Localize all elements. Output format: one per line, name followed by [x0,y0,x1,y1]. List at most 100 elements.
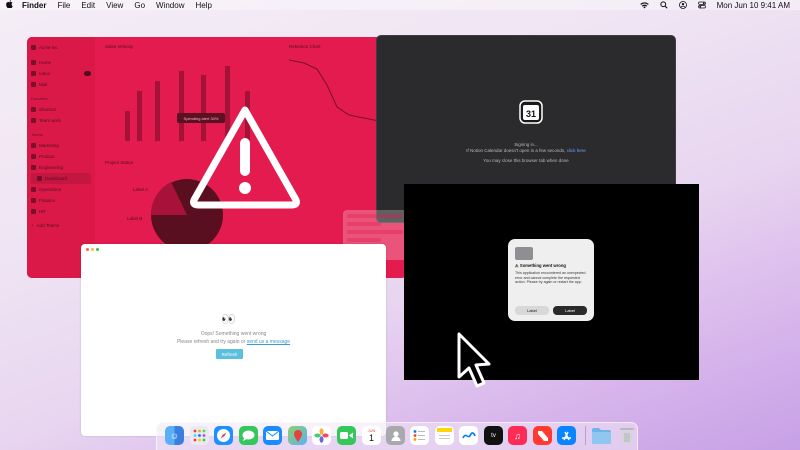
alert-primary-button[interactable]: Label [553,306,587,315]
photos-dock-icon[interactable] [312,426,331,445]
mail-icon [31,82,36,87]
pie-label: Label A [133,187,149,192]
chart-bar [155,81,160,141]
open-hint-prefix: If Notion Calendar doesn't open in a few… [466,148,566,153]
music-dock-icon[interactable]: ♫ [508,426,527,445]
sidebar-label: Engineering [39,165,64,170]
sidebar-team-selected[interactable]: Dashboard [31,173,91,184]
sidebar-team[interactable]: Finance [31,195,91,206]
line-chart [289,59,389,124]
warning-icon [190,106,300,209]
finder-dock-icon[interactable]: ☺ [165,426,184,445]
safari-dock-icon[interactable] [214,426,233,445]
dashboard-icon [37,176,42,181]
team-work-icon [31,118,36,123]
launchpad-dock-icon[interactable] [190,426,209,445]
trash-dock-icon[interactable] [617,426,636,445]
calendar-day: 31 [526,109,536,119]
contacts-dock-icon[interactable] [386,426,405,445]
downloads-folder-dock-icon[interactable] [592,426,611,445]
sidebar-team[interactable]: Engineering [31,162,91,173]
app-store-dock-icon[interactable] [557,426,576,445]
sidebar-workspace[interactable]: Acme Inc [31,42,91,53]
mail-dock-icon[interactable] [263,426,282,445]
menu-window[interactable]: Window [156,1,184,10]
alert-secondary-button[interactable]: Label [515,306,549,315]
messages-dock-icon[interactable] [239,426,258,445]
wifi-icon[interactable] [639,1,649,9]
error-alert-dialog: ⚠ Something went wrong This application … [508,239,594,321]
minimize-window-button[interactable] [91,248,94,251]
chart-bar [179,71,184,141]
team-icon [31,209,36,214]
section-title: Project Status [105,160,134,165]
teams-header: Teams [31,132,43,137]
user-account-icon[interactable] [678,1,687,9]
add-teams-button[interactable]: + Add Teams [31,220,91,231]
placeholder-line [347,238,381,242]
placeholder-line [347,222,381,226]
menu-edit[interactable]: Edit [81,1,95,10]
eyes-emoji-icon: 👀 [221,312,236,326]
news-dock-icon[interactable] [533,426,552,445]
menu-app-name[interactable]: Finder [22,1,46,10]
sidebar-label: Team work [39,118,61,123]
signing-in-text: Signing in... [514,142,538,147]
inbox-icon [31,71,36,76]
facetime-dock-icon[interactable] [337,426,356,445]
sidebar-team[interactable]: Product [31,151,91,162]
red-sidebar: Acme Inc Home Inbox Mail Favorites Short… [27,37,95,278]
sidebar-favorite[interactable]: Team work [31,115,91,126]
refresh-button[interactable]: Refresh [216,349,243,359]
sidebar-team[interactable]: HR [31,206,91,217]
menu-help[interactable]: Help [195,1,211,10]
favorites-header: Favorites [31,96,48,101]
sidebar-label: Marketing [39,143,59,148]
calendar-dock-day: 1 [368,433,374,443]
close-tab-text: You may close this browser tab when done [483,158,569,163]
notes-dock-icon[interactable] [435,426,454,445]
send-message-link[interactable]: send us a message [247,339,290,345]
zoom-window-button[interactable] [96,248,99,251]
apple-tv-dock-icon[interactable]: tv [484,426,503,445]
open-hint-text: If Notion Calendar doesn't open in a few… [377,148,675,153]
workspace-icon [31,45,36,50]
close-window-button[interactable] [86,248,89,251]
sidebar-team[interactable]: Operations [31,184,91,195]
sidebar-item-mail[interactable]: Mail [31,79,91,90]
control-center-icon[interactable] [697,1,706,9]
sidebar-label: Operations [39,187,62,192]
team-icon [31,165,36,170]
sidebar-team[interactable]: Marketing [31,140,91,151]
home-icon [31,60,36,65]
menu-bar: Finder File Edit View Go Window Help Mon… [0,0,800,10]
team-icon [31,154,36,159]
search-icon[interactable] [659,1,668,9]
inbox-badge [84,71,91,76]
menu-go[interactable]: Go [134,1,145,10]
placeholder-line [347,214,403,218]
team-icon [31,143,36,148]
reminders-dock-icon[interactable] [410,426,429,445]
error-hint: Please refresh and try again or send us … [81,339,386,345]
alert-title: ⚠ Something went wrong [515,263,566,268]
chart-bar [125,111,130,141]
plus-icon: + [31,223,34,228]
menu-view[interactable]: View [106,1,123,10]
menu-file[interactable]: File [57,1,70,10]
window-controls [86,248,101,251]
menu-clock[interactable]: Mon Jun 10 9:41 AM [717,1,790,10]
calendar-dock-icon[interactable]: JUN 1 [362,426,381,445]
sidebar-item-inbox[interactable]: Inbox [31,68,91,79]
sidebar-label: Product [39,154,55,159]
click-here-link[interactable]: click here [567,148,586,153]
sidebar-favorite[interactable]: Shortcut [31,104,91,115]
sidebar-item-home[interactable]: Home [31,57,91,68]
shortcut-icon [31,107,36,112]
freeform-dock-icon[interactable] [459,426,478,445]
pie-label: Label B [127,216,143,221]
apple-menu-icon[interactable] [4,0,14,10]
alert-title-text: Something went wrong [519,263,566,268]
maps-dock-icon[interactable] [288,426,307,445]
chart-title: Retention Chart [289,44,321,49]
